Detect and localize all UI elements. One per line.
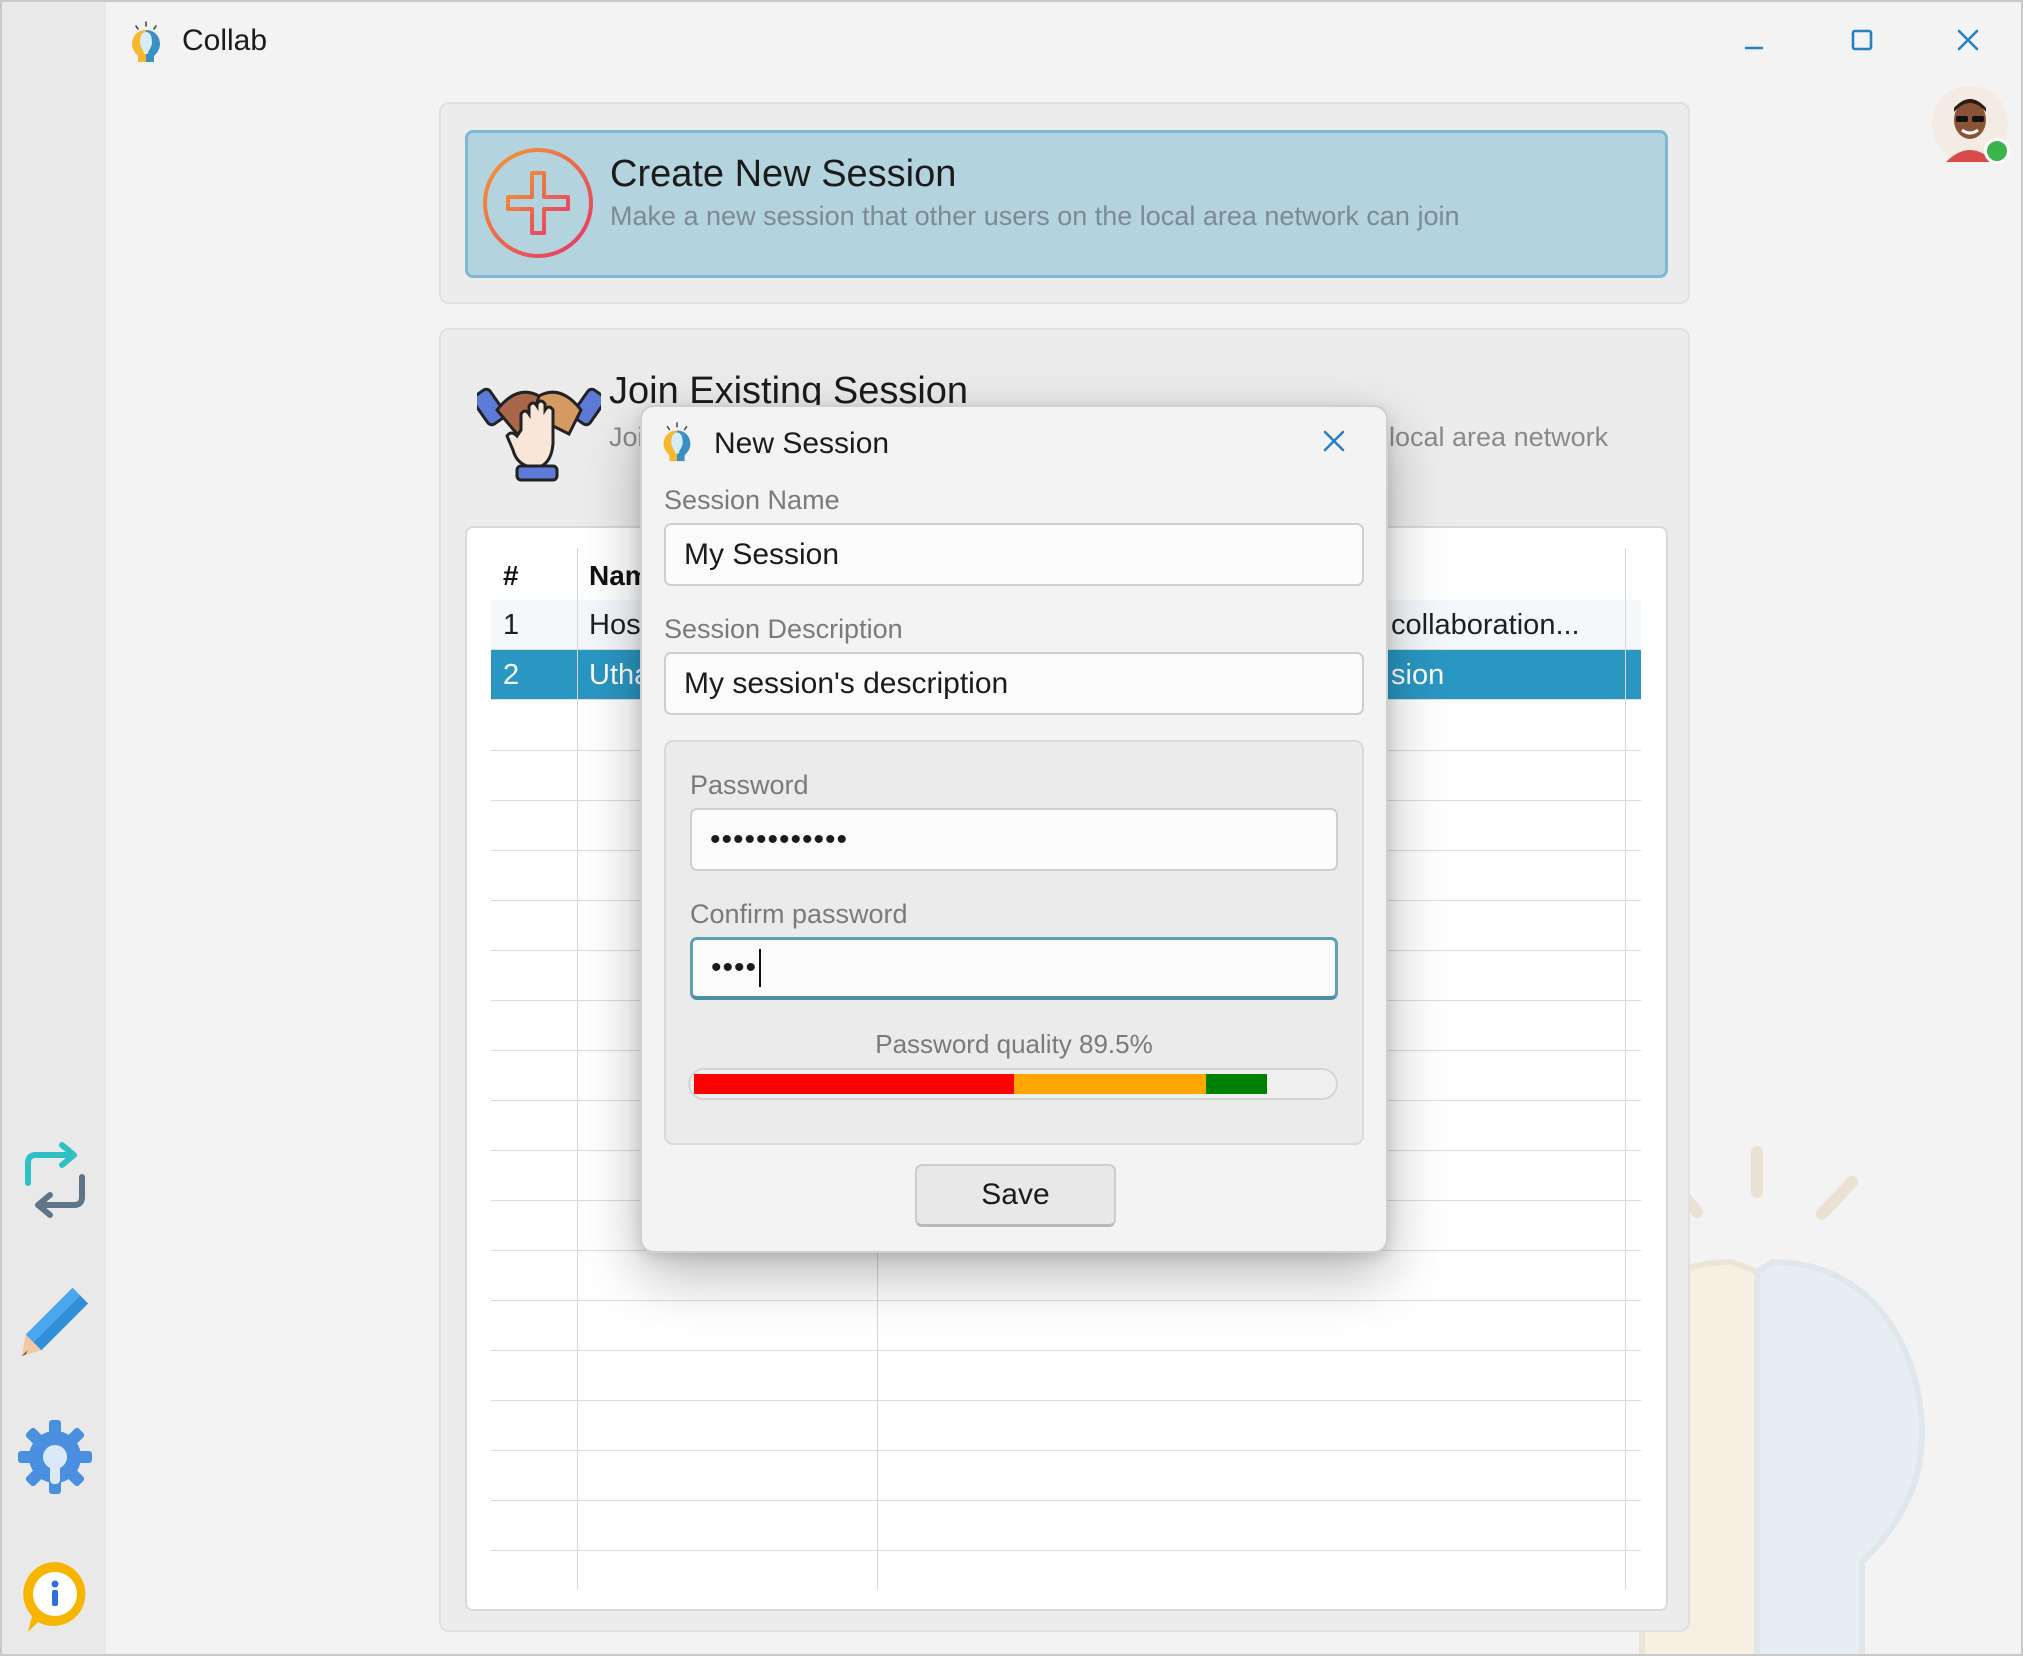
row-divider	[491, 1500, 1641, 1501]
app-logo-icon	[663, 422, 691, 462]
close-button[interactable]	[1938, 16, 1998, 64]
row-divider	[491, 1400, 1641, 1401]
row-divider	[491, 1550, 1641, 1551]
plus-circle-icon	[483, 148, 593, 258]
column-divider	[1625, 548, 1626, 1589]
new-session-dialog: New Session Session Name My Session Sess…	[640, 405, 1388, 1253]
password-quality-bar	[688, 1068, 1338, 1100]
password-quality-label: Password quality 89.5%	[875, 1029, 1153, 1059]
column-header-number: #	[503, 560, 519, 591]
create-session-subtitle: Make a new session that other users on t…	[610, 201, 1460, 231]
maximize-icon	[1851, 29, 1873, 51]
settings-gear-icon	[18, 1420, 92, 1494]
password-masked-value: ••••••••••••	[710, 822, 849, 856]
quality-segment-strong	[1206, 1074, 1267, 1094]
settings-button[interactable]	[16, 1418, 94, 1496]
sync-arrows-icon	[25, 1142, 85, 1218]
minimize-icon	[1745, 46, 1763, 50]
password-group: Password •••••••••••• Confirm password •…	[664, 740, 1364, 1145]
row-divider	[491, 1350, 1641, 1351]
maximize-button[interactable]	[1832, 16, 1892, 64]
dialog-close-button[interactable]	[1310, 421, 1358, 461]
row-name: Hos	[589, 609, 641, 641]
handshake-icon	[477, 387, 601, 482]
row-divider	[491, 1300, 1641, 1301]
column-divider	[577, 548, 578, 1589]
user-avatar[interactable]	[1932, 86, 2010, 164]
session-description-input[interactable]: My session's description	[664, 652, 1364, 715]
app-window: Collab Create New Session Make a new ses…	[0, 0, 2023, 1656]
confirm-password-label: Confirm password	[690, 899, 908, 929]
password-label: Password	[690, 770, 809, 800]
info-icon	[23, 1562, 86, 1632]
app-logo-icon	[132, 21, 160, 62]
close-icon	[1323, 430, 1345, 452]
confirm-password-masked-value: ••••	[711, 951, 758, 984]
join-session-subtitle-end: local area network	[1389, 422, 1609, 452]
create-session-panel: Create New Session Make a new session th…	[439, 102, 1690, 304]
row-description: collaboration...	[1391, 609, 1580, 641]
edit-button[interactable]	[16, 1282, 94, 1360]
close-icon	[1957, 29, 1979, 51]
row-divider	[491, 1450, 1641, 1451]
quality-segment-medium	[1014, 1074, 1206, 1094]
dialog-title: New Session	[714, 427, 890, 460]
window-title: Collab	[182, 24, 268, 57]
minimize-button[interactable]	[1724, 16, 1784, 64]
create-session-title: Create New Session	[610, 153, 957, 195]
sidebar	[2, 2, 106, 1654]
info-button[interactable]	[16, 1558, 94, 1636]
session-name-label: Session Name	[664, 485, 840, 515]
text-caret	[759, 949, 762, 987]
row-description: sion	[1391, 659, 1445, 691]
quality-segment-weak	[694, 1074, 1014, 1094]
password-input[interactable]: ••••••••••••	[690, 808, 1338, 871]
session-name-input[interactable]: My Session	[664, 523, 1364, 586]
row-number: 2	[503, 659, 520, 691]
pencil-icon	[21, 1287, 89, 1357]
confirm-password-input[interactable]: ••••	[690, 937, 1338, 1000]
create-session-card[interactable]: Create New Session Make a new session th…	[465, 130, 1668, 278]
online-status-indicator	[1984, 138, 2010, 164]
save-button[interactable]: Save	[915, 1164, 1116, 1227]
join-session-subtitle-start: Joi	[609, 422, 644, 452]
session-description-label: Session Description	[664, 614, 903, 644]
row-number: 1	[503, 609, 520, 641]
sync-button[interactable]	[16, 1142, 94, 1220]
